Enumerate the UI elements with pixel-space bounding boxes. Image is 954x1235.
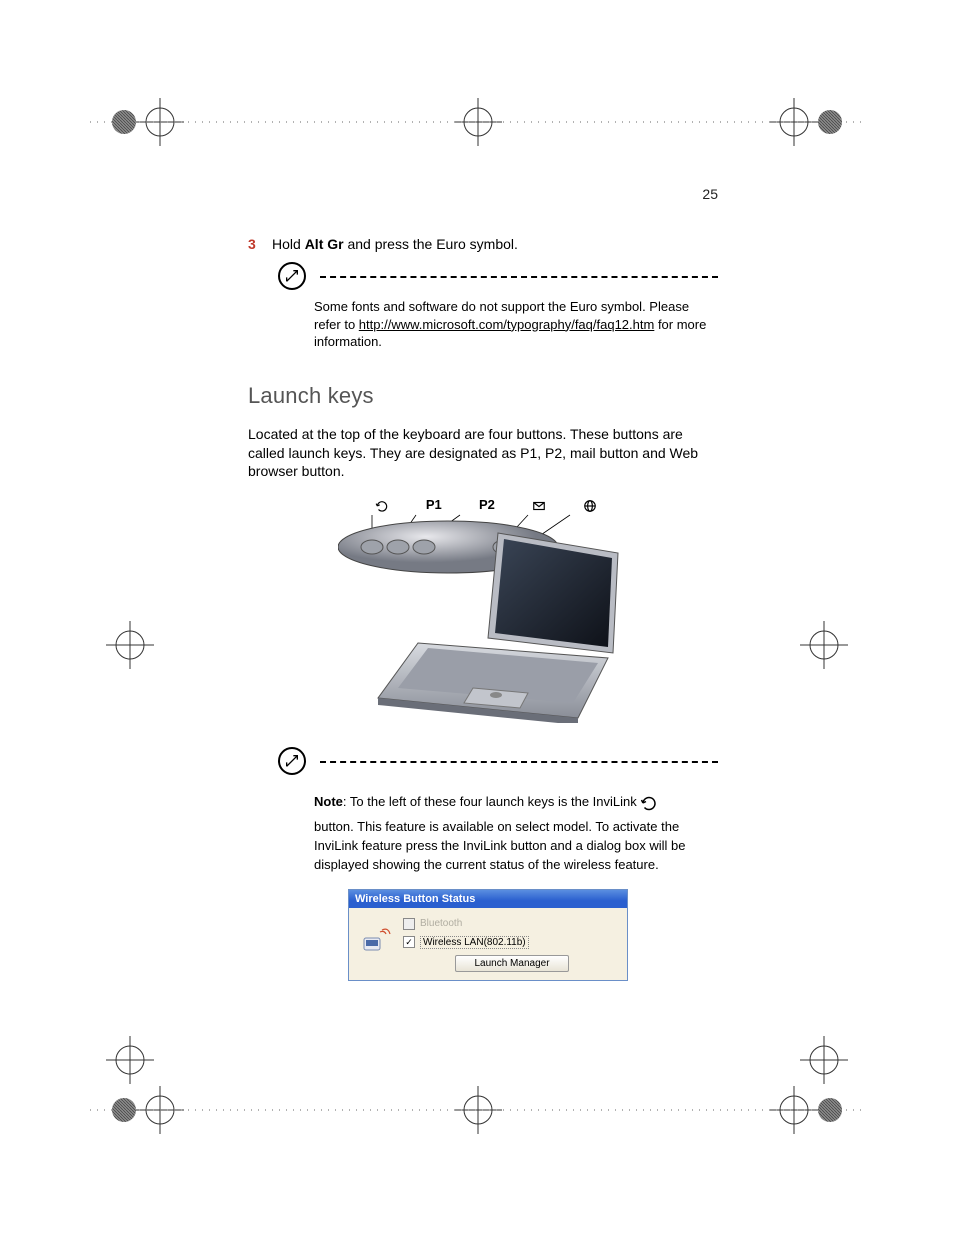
wireless-icon <box>355 918 395 972</box>
wlan-label: Wireless LAN(802.11b) <box>420 936 529 949</box>
page-number: 25 <box>702 186 718 202</box>
dashed-line-icon <box>320 276 718 278</box>
invilink-icon <box>640 794 658 812</box>
mail-label <box>532 497 546 513</box>
note-icon <box>278 262 306 290</box>
wlan-checkbox-row[interactable]: Wireless LAN(802.11b) <box>403 936 621 949</box>
note-icon <box>278 747 306 775</box>
bluetooth-checkbox <box>403 918 415 930</box>
dashed-line-icon <box>320 761 718 763</box>
note-2-divider <box>278 751 718 775</box>
p2-label: P2 <box>479 497 495 513</box>
note-1-divider <box>278 266 718 290</box>
note-1-text: Some fonts and software do not support t… <box>314 298 708 351</box>
laptop-illustration <box>338 503 628 723</box>
wireless-status-dialog: Wireless Button Status Bluetooth Wireles… <box>348 889 628 981</box>
launch-key-labels: P1 P2 <box>356 497 616 513</box>
heading-launch-keys: Launch keys <box>248 383 718 409</box>
step-3: 3 Hold Alt Gr and press the Euro symbol. <box>248 236 718 252</box>
step-number: 3 <box>248 236 272 252</box>
bluetooth-checkbox-row: Bluetooth <box>403 918 621 930</box>
launch-manager-button[interactable]: Launch Manager <box>455 955 568 972</box>
page-content: 25 3 Hold Alt Gr and press the Euro symb… <box>248 190 718 981</box>
dialog-title: Wireless Button Status <box>349 890 627 908</box>
bluetooth-label: Bluetooth <box>420 918 462 929</box>
invilink-label <box>375 497 389 513</box>
typography-faq-link[interactable]: http://www.microsoft.com/typography/faq/… <box>359 317 655 332</box>
wlan-checkbox[interactable] <box>403 936 415 948</box>
paragraph-launch-keys: Located at the top of the keyboard are f… <box>248 425 718 482</box>
note-2-text: Note: To the left of these four launch k… <box>314 793 708 874</box>
laptop-figure: P1 P2 <box>248 503 718 723</box>
web-label <box>583 497 597 513</box>
p1-label: P1 <box>426 497 442 513</box>
step-text: Hold Alt Gr and press the Euro symbol. <box>272 236 518 252</box>
